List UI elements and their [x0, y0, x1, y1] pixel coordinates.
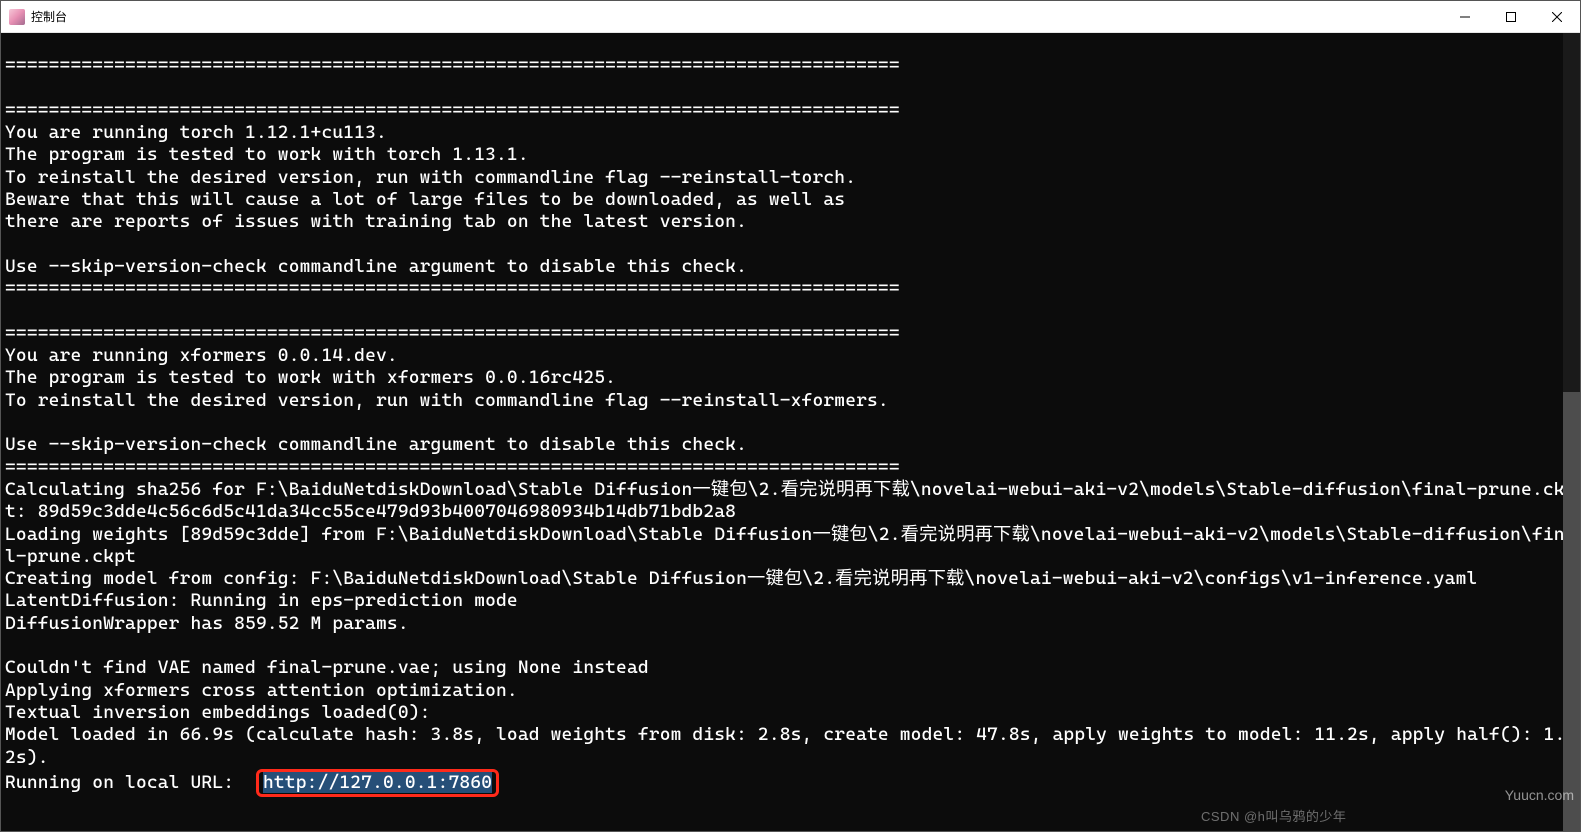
terminal-line: Applying xformers cross attention optimi…	[5, 680, 518, 701]
console-window: 控制台 ====================================…	[0, 0, 1581, 832]
terminal-line: Textual inversion embeddings loaded(0):	[5, 702, 431, 723]
watermark-site: Yuucn.com	[1505, 787, 1574, 803]
terminal-line: Use --skip-version-check commandline arg…	[5, 434, 747, 455]
terminal-line: LatentDiffusion: Running in eps-predicti…	[5, 590, 518, 611]
terminal-line: ========================================…	[5, 278, 900, 299]
terminal-area: ========================================…	[1, 33, 1580, 831]
terminal-line: You are running torch 1.12.1+cu113.	[5, 122, 387, 143]
terminal-line: Creating model from config: F:\BaiduNetd…	[5, 568, 1477, 589]
window-title: 控制台	[31, 8, 67, 25]
app-icon	[9, 9, 25, 25]
terminal-line: The program is tested to work with xform…	[5, 367, 616, 388]
scrollbar-thumb[interactable]	[1563, 392, 1580, 831]
terminal-line: Couldn't find VAE named final-prune.vae;…	[5, 657, 649, 678]
terminal-output[interactable]: ========================================…	[1, 33, 1580, 831]
watermark-author: CSDN @h叫乌鸦的少年	[1201, 806, 1346, 825]
terminal-line: Loading weights [89d59c3dde] from F:\Bai…	[5, 524, 1576, 567]
terminal-line: DiffusionWrapper has 859.52 M params.	[5, 613, 409, 634]
terminal-line: ========================================…	[5, 100, 900, 121]
titlebar[interactable]: 控制台	[1, 1, 1580, 33]
scrollbar-track[interactable]	[1563, 33, 1580, 831]
local-url[interactable]: http://127.0.0.1:7860	[263, 772, 492, 793]
url-highlight-box: http://127.0.0.1:7860	[256, 769, 499, 797]
terminal-line: there are reports of issues with trainin…	[5, 211, 747, 232]
terminal-line: ========================================…	[5, 55, 900, 76]
terminal-line: The program is tested to work with torch…	[5, 144, 529, 165]
terminal-line: Model loaded in 66.9s (calculate hash: 3…	[5, 724, 1565, 767]
terminal-line: To reinstall the desired version, run wi…	[5, 390, 889, 411]
terminal-line: To reinstall the desired version, run wi…	[5, 167, 856, 188]
maximize-button[interactable]	[1488, 1, 1534, 33]
terminal-line: ========================================…	[5, 457, 900, 478]
close-button[interactable]	[1534, 1, 1580, 33]
terminal-line: Calculating sha256 for F:\BaiduNetdiskDo…	[5, 479, 1576, 522]
terminal-line: Running on local URL: http://127.0.0.1:7…	[5, 772, 499, 793]
terminal-line: You are running xformers 0.0.14.dev.	[5, 345, 398, 366]
terminal-line: Use --skip-version-check commandline arg…	[5, 256, 747, 277]
terminal-line: Beware that this will cause a lot of lar…	[5, 189, 845, 210]
terminal-line: ========================================…	[5, 323, 900, 344]
minimize-button[interactable]	[1442, 1, 1488, 33]
